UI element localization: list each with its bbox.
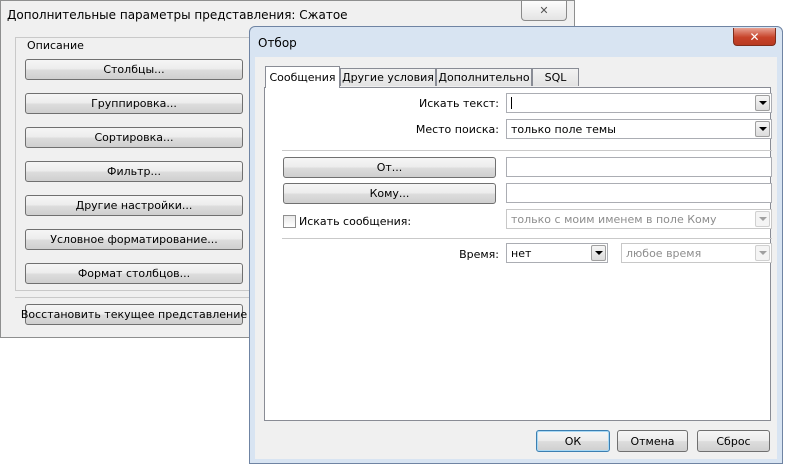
divider — [15, 297, 255, 298]
dialog-titlebar: Отбор ✕ — [250, 27, 782, 57]
search-in-label: Место поиска: — [415, 123, 499, 136]
chevron-down-icon — [755, 211, 770, 227]
tab-other-conditions[interactable]: Другие условия — [340, 68, 436, 86]
close-icon: ✕ — [539, 4, 549, 17]
cancel-button[interactable]: Отмена — [617, 430, 688, 452]
dialog-title: Отбор — [258, 36, 297, 50]
chevron-down-icon — [755, 245, 770, 261]
search-messages-checkbox[interactable] — [283, 215, 296, 228]
tab-advanced[interactable]: Дополнительно — [436, 68, 532, 86]
to-button[interactable]: Кому... — [283, 183, 496, 204]
window-title: Дополнительные параметры представления: … — [7, 8, 348, 22]
time-range-select[interactable]: любое время — [621, 243, 772, 263]
from-field[interactable] — [506, 157, 772, 177]
reset-button[interactable]: Сброс — [697, 430, 770, 452]
search-in-value: только поле темы — [511, 122, 616, 136]
chevron-down-icon[interactable] — [755, 121, 770, 137]
filter-button[interactable]: Фильтр... — [25, 161, 243, 182]
close-button[interactable]: ✕ — [521, 1, 567, 21]
chevron-down-icon[interactable] — [755, 95, 770, 111]
tab-sql[interactable]: SQL — [532, 68, 579, 86]
columns-button[interactable]: Столбцы... — [25, 59, 243, 80]
time-select[interactable]: нет — [506, 243, 608, 263]
messages-tab-panel: Искать текст: Место поиска: только поле … — [264, 87, 772, 421]
group-label: Описание — [25, 39, 86, 52]
format-columns-button[interactable]: Формат столбцов... — [25, 263, 243, 284]
sort-button[interactable]: Сортировка... — [25, 127, 243, 148]
search-in-select[interactable]: только поле темы — [506, 119, 772, 139]
time-range-value: любое время — [626, 246, 702, 260]
to-field[interactable] — [506, 183, 772, 203]
divider — [282, 150, 772, 151]
reset-current-view-button[interactable]: Восстановить текущее представление — [21, 304, 247, 325]
from-button[interactable]: От... — [283, 157, 496, 178]
chevron-down-icon[interactable] — [591, 245, 606, 261]
group-by-button[interactable]: Группировка... — [25, 93, 243, 114]
close-icon: ✕ — [749, 29, 760, 44]
divider — [282, 238, 772, 239]
conditional-formatting-button[interactable]: Условное форматирование... — [25, 229, 243, 250]
time-value: нет — [511, 246, 532, 260]
dialog-client-area: Сообщения Другие условия Дополнительно S… — [255, 57, 777, 459]
search-text-combobox[interactable] — [506, 93, 772, 113]
other-settings-button[interactable]: Другие настройки... — [25, 195, 243, 216]
tab-messages[interactable]: Сообщения — [265, 66, 340, 88]
search-messages-label: Искать сообщения: — [299, 215, 412, 228]
ok-button[interactable]: ОК — [536, 430, 610, 452]
filter-dialog: Отбор ✕ Сообщения Другие условия Дополни… — [249, 26, 783, 464]
text-cursor — [511, 97, 512, 109]
search-messages-select[interactable]: только с моим именем в поле Кому — [506, 209, 772, 229]
search-messages-value: только с моим именем в поле Кому — [511, 212, 717, 226]
dialog-close-button[interactable]: ✕ — [733, 28, 776, 46]
time-label: Время: — [459, 248, 499, 261]
search-text-label: Искать текст: — [418, 97, 499, 110]
